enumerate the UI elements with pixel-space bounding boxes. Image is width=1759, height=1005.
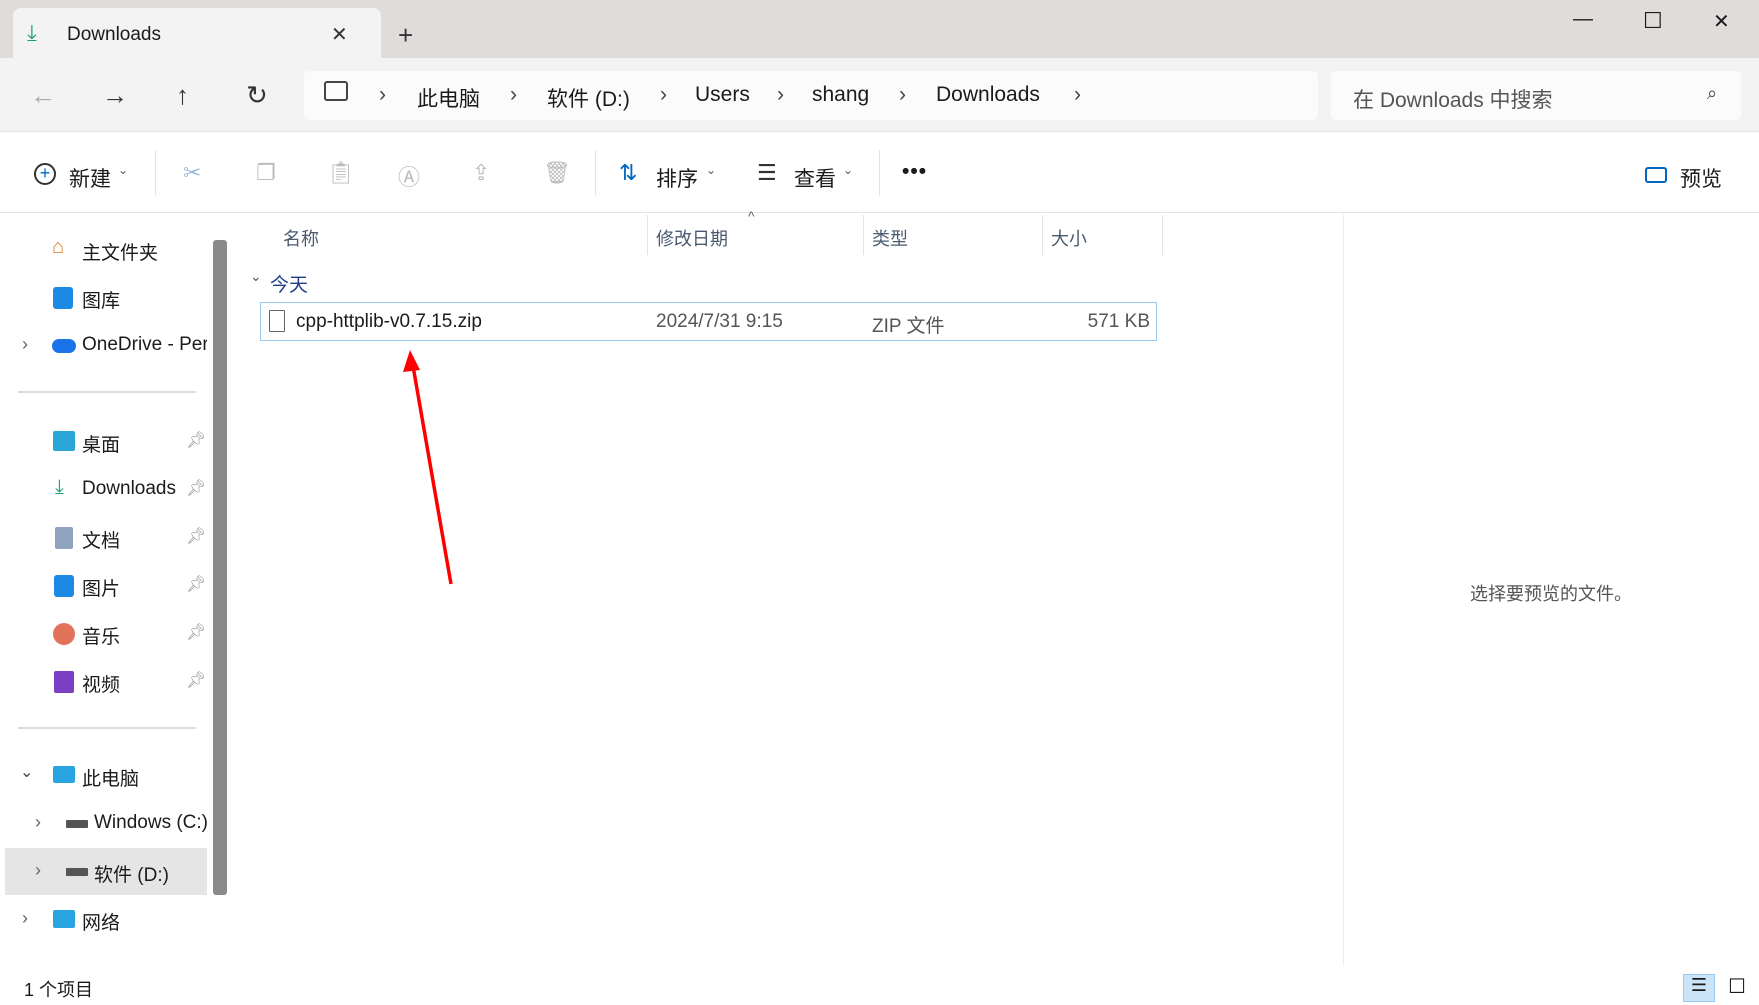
- details-view-button[interactable]: ☰: [1683, 974, 1715, 1002]
- arrow-shaft: [411, 365, 453, 585]
- status-bar: 1 个项目 ☰ ☐: [0, 966, 1759, 1005]
- annotation-arrow: [403, 350, 453, 585]
- tiles-view-button[interactable]: ☐: [1722, 974, 1752, 1002]
- arrow-head: [403, 350, 420, 372]
- preview-placeholder: 选择要预览的文件。: [1470, 584, 1632, 604]
- item-count: 1 个项目: [24, 980, 94, 1000]
- preview-divider: [1343, 214, 1344, 966]
